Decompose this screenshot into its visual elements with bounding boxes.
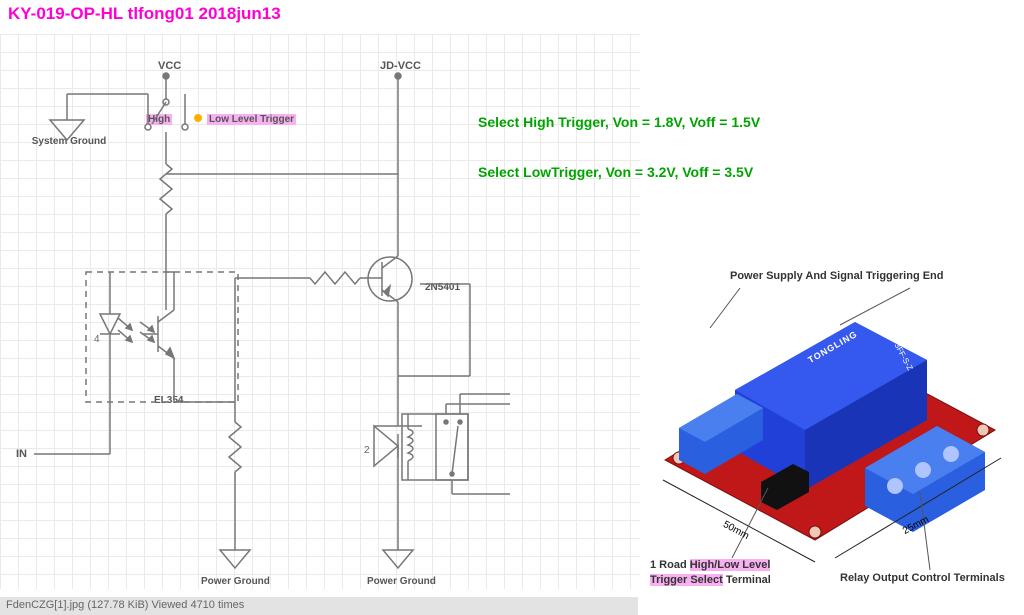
road-hl2: Trigger Select [650, 574, 723, 586]
road-suffix: Terminal [723, 574, 771, 586]
module-photo-svg [640, 270, 1015, 600]
page-title: KY-019-OP-HL tlfong01 2018jun13 [8, 4, 281, 24]
road-hl1: High/Low Level [690, 559, 771, 571]
schematic-svg [0, 34, 640, 614]
relay-output-label: Relay Output Control Terminals [840, 572, 1005, 584]
road-prefix: 1 Road [650, 559, 690, 571]
module-photo: Power Supply And Signal Triggering End [640, 270, 1015, 600]
trigger-select-label: 1 Road High/Low Level Trigger Select Ter… [650, 558, 771, 588]
image-footer: FdenCZG[1].jpg (127.78 KiB) Viewed 4710 … [0, 597, 638, 615]
